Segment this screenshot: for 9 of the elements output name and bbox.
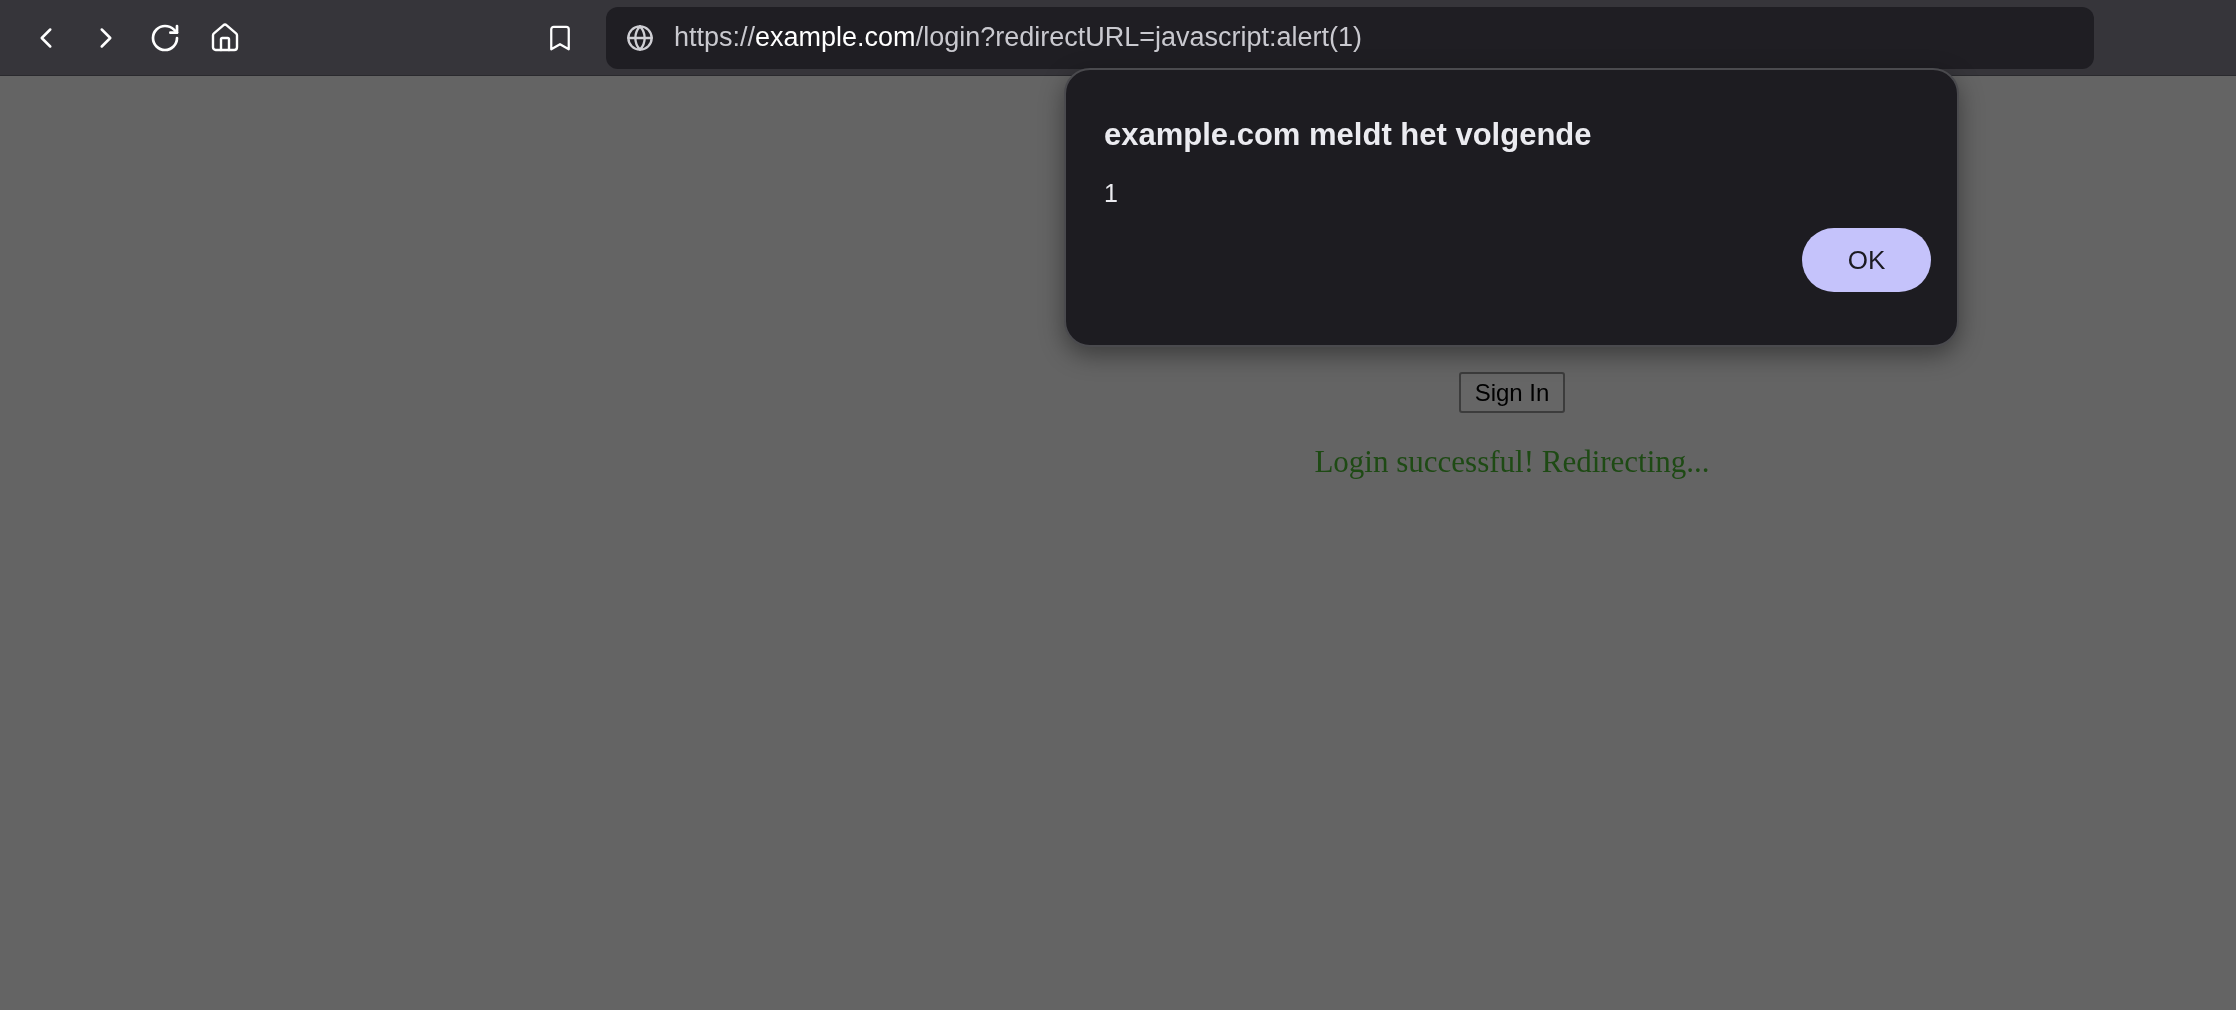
dialog-title: example.com meldt het volgende <box>1104 116 1593 154</box>
globe-icon <box>626 23 654 52</box>
status-message: Login successful! Redirecting... <box>1314 443 1710 481</box>
address-bar[interactable]: https://example.com/login?redirectURL=javascript:alert(1) <box>606 6 2094 69</box>
url-text: https://example.com/login?redirectURL=javascript:alert(1) <box>674 21 1363 55</box>
dialog-message: 1 <box>1104 177 1118 209</box>
home-icon[interactable] <box>209 21 241 54</box>
ok-button[interactable]: OK <box>1802 228 1931 292</box>
sign-in-button[interactable]: Sign In <box>1458 372 1566 413</box>
